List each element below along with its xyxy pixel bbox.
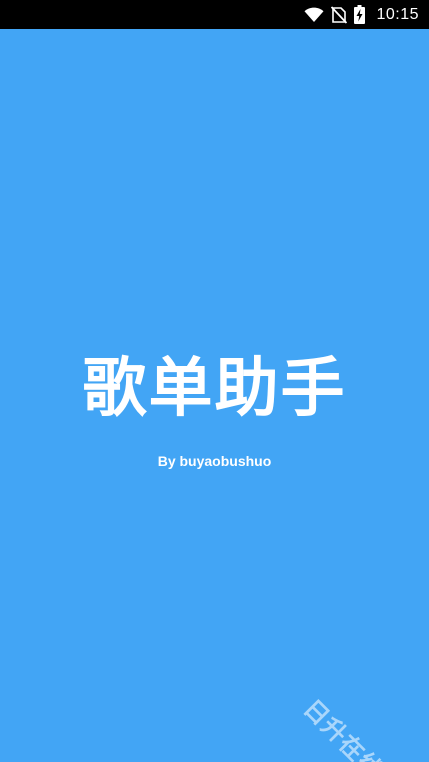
battery-charging-icon xyxy=(354,5,366,24)
wifi-icon xyxy=(304,7,324,23)
status-icons: 10:15 xyxy=(304,5,419,24)
app-title: 歌单助手 xyxy=(82,352,347,426)
watermark: 日升在线 xyxy=(297,694,389,762)
status-time: 10:15 xyxy=(376,5,419,23)
status-bar: 10:15 xyxy=(0,0,429,29)
author-credit: By buyaobushuo xyxy=(157,453,272,469)
no-sim-icon xyxy=(331,5,348,24)
splash-screen: 10:15 歌单助手 By buyaobushuo 日升在线 xyxy=(0,0,429,762)
